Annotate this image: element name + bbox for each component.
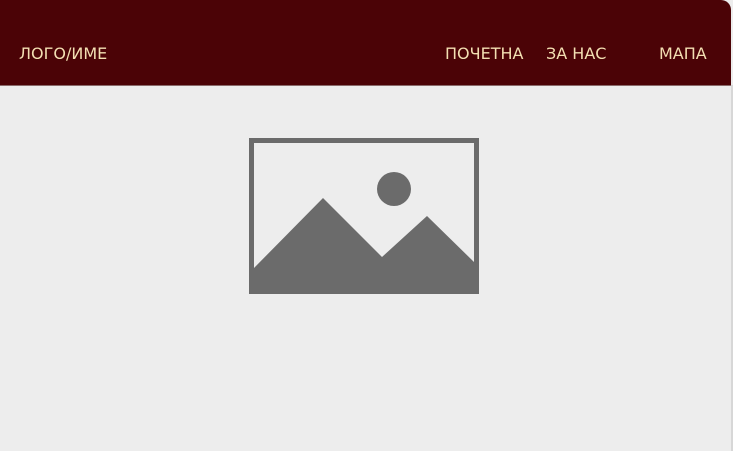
nav-about-link[interactable]: ЗА НАС — [546, 44, 606, 64]
top-navbar: ЛОГО/ИМЕ ПОЧЕТНА ЗА НАС МАПА — [0, 0, 731, 86]
sun-shape — [377, 172, 411, 206]
brand-link[interactable]: ЛОГО/ИМЕ — [19, 44, 107, 64]
nav-home-link[interactable]: ПОЧЕТНА — [445, 44, 523, 64]
nav-map-link[interactable]: МАПА — [659, 44, 707, 64]
mountains-shape — [254, 198, 474, 291]
image-placeholder-icon — [249, 138, 479, 294]
page: ЛОГО/ИМЕ ПОЧЕТНА ЗА НАС МАПА — [0, 0, 733, 451]
